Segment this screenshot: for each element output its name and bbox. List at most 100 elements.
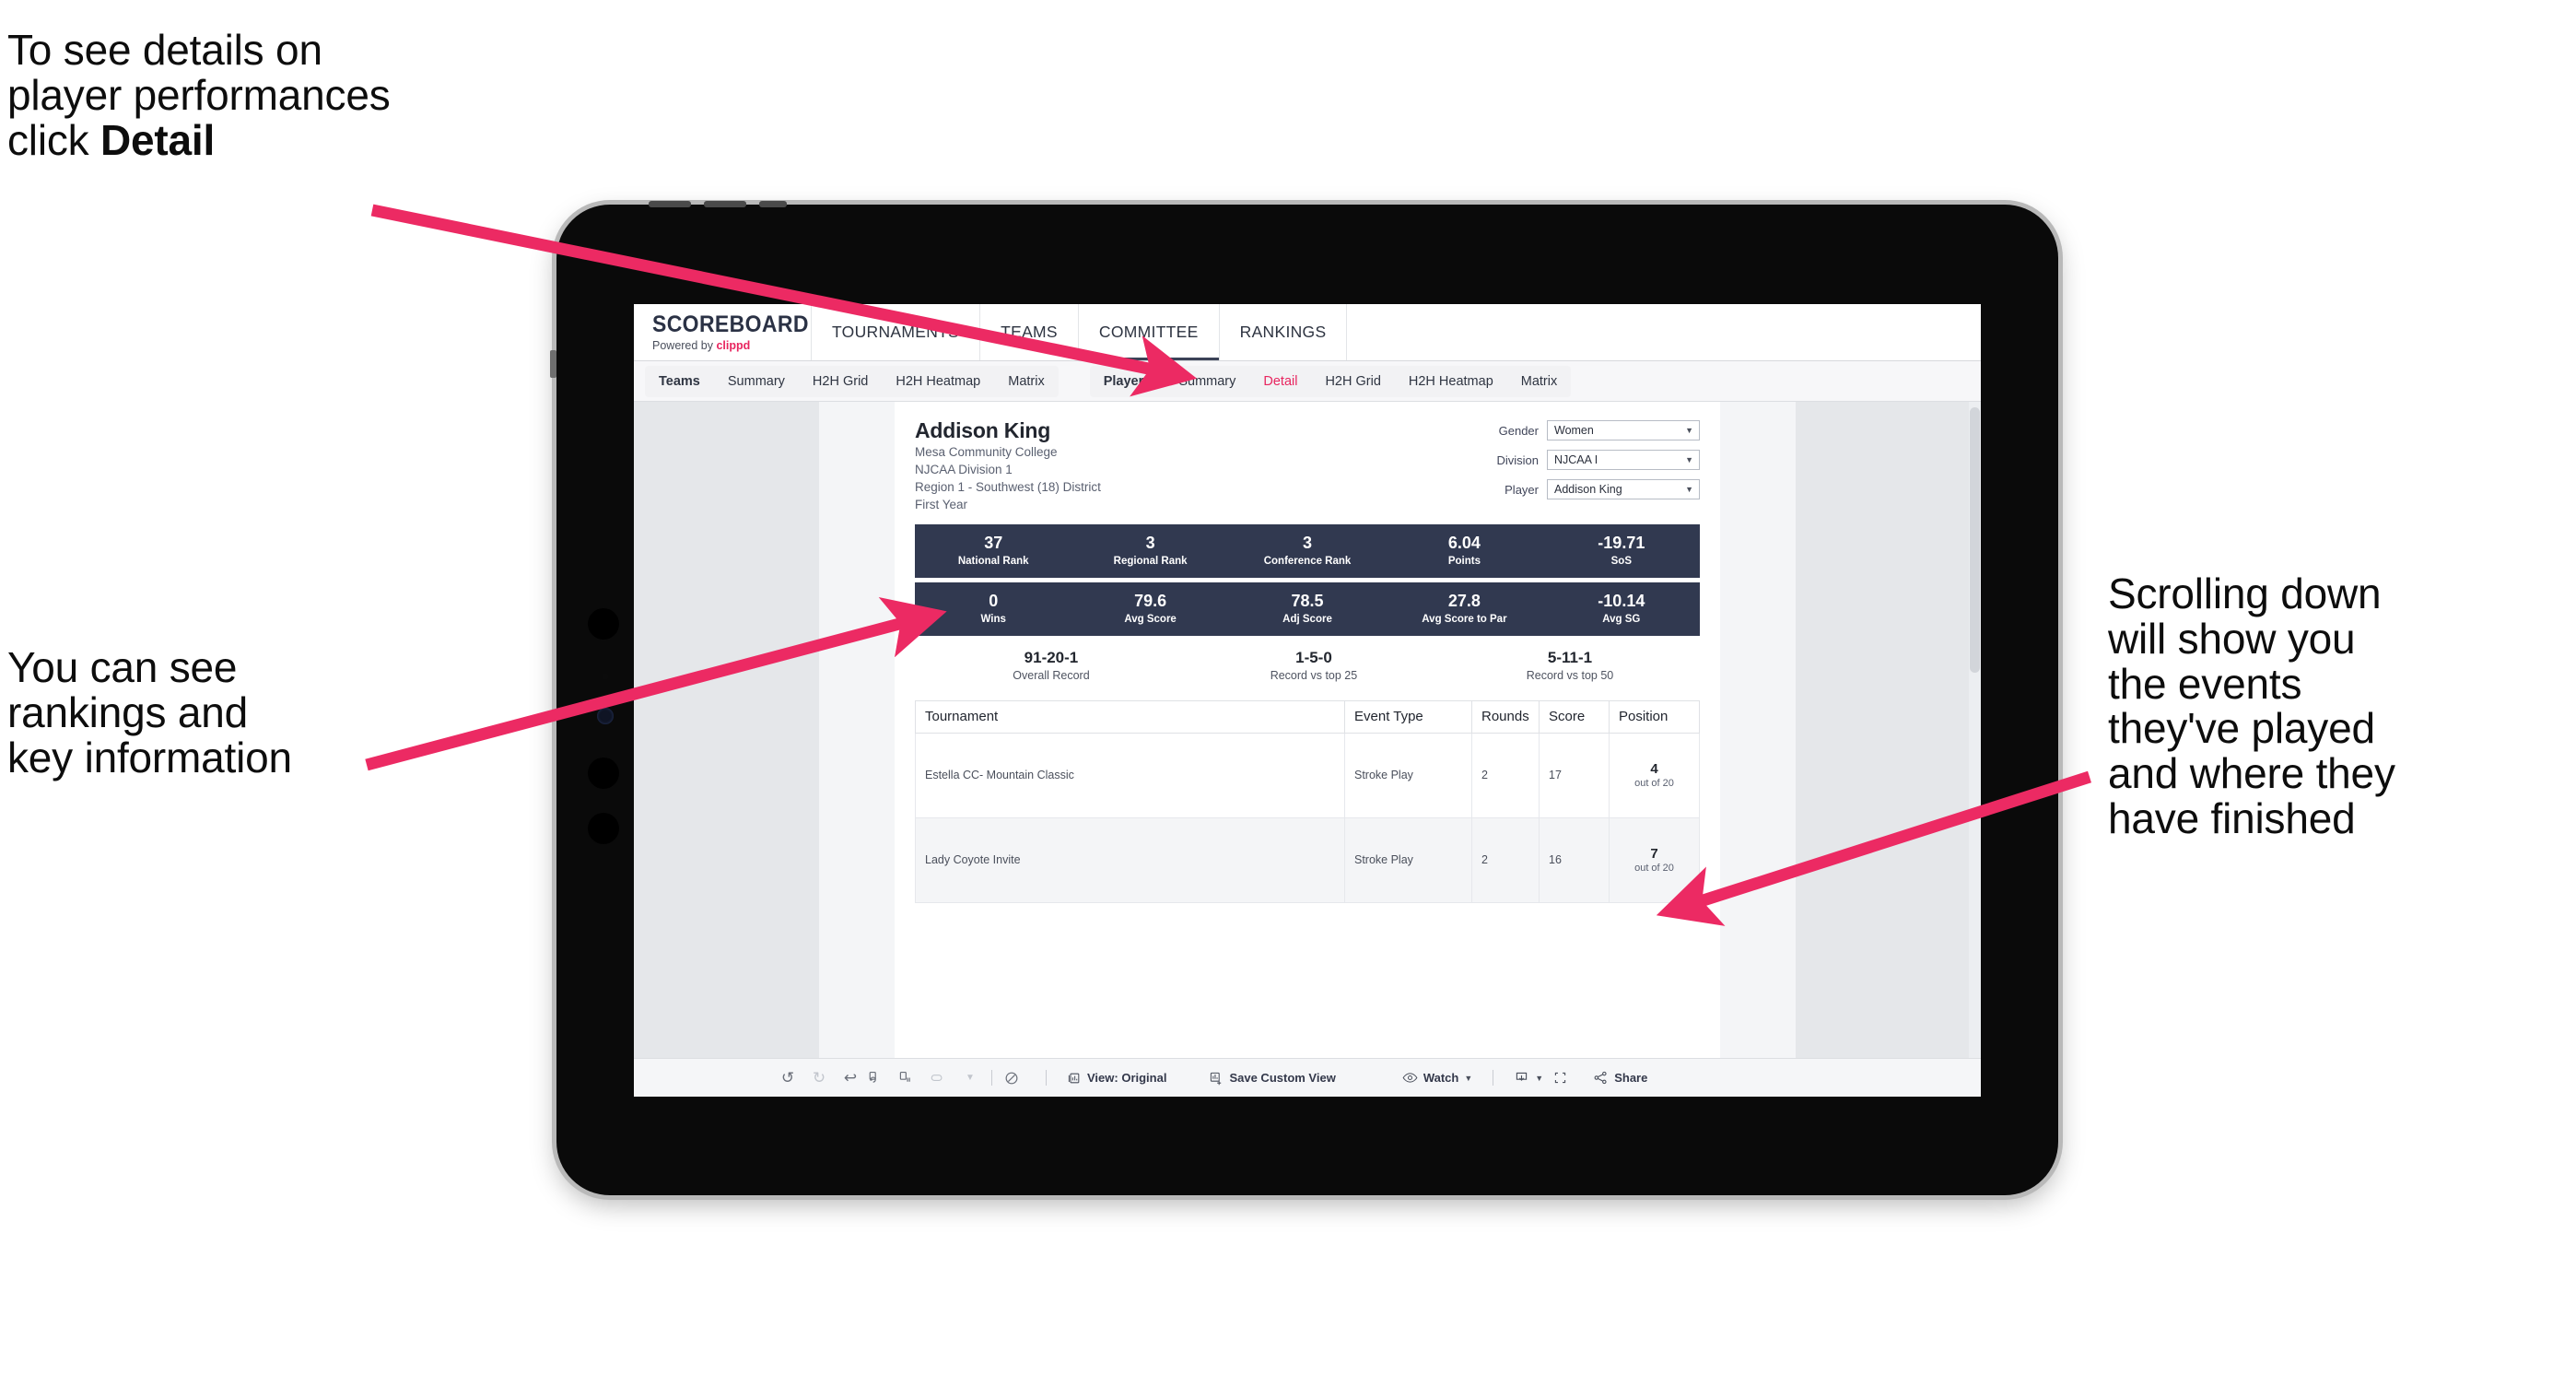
- share-button[interactable]: Share: [1584, 1070, 1657, 1086]
- stat-label: Avg Score to Par: [1422, 614, 1507, 626]
- save-custom-view-label: Save Custom View: [1229, 1071, 1336, 1085]
- chevron-down-icon[interactable]: ▼: [960, 1073, 980, 1083]
- topnav-item-tournaments[interactable]: TOURNAMENTS: [812, 304, 981, 360]
- vertical-scrollbar[interactable]: [1969, 402, 1981, 1058]
- table-row[interactable]: Estella CC- Mountain Classic Stroke Play…: [915, 732, 1700, 818]
- filter-player-select[interactable]: Addison King ▼: [1547, 479, 1700, 499]
- filter-division: Division NJCAA I ▼: [1458, 450, 1700, 470]
- col-event-type[interactable]: Event Type: [1344, 699, 1472, 734]
- tab-players-h2h-grid[interactable]: H2H Grid: [1311, 366, 1394, 397]
- chevron-down-icon: ▼: [1535, 1073, 1544, 1083]
- stat-value: -10.14: [1598, 592, 1645, 611]
- speaker-hole-icon: [588, 758, 619, 789]
- redo-icon[interactable]: ↻: [803, 1069, 835, 1087]
- record-value: 5-11-1: [1547, 648, 1593, 666]
- cell-score: 16: [1539, 816, 1610, 903]
- stat-label: Wins: [980, 614, 1006, 626]
- stat-avg-sg: -10.14 Avg SG: [1543, 592, 1700, 626]
- loop-icon[interactable]: [929, 1070, 960, 1086]
- stat-regional-rank: 3 Regional Rank: [1071, 534, 1228, 568]
- stat-value: -19.71: [1598, 534, 1645, 553]
- tab-teams-matrix[interactable]: Matrix: [994, 366, 1058, 397]
- tab-players-h2h-heatmap[interactable]: H2H Heatmap: [1395, 366, 1507, 397]
- view-original-label: View: Original: [1087, 1071, 1167, 1085]
- tab-teams[interactable]: Teams: [645, 366, 714, 397]
- revert-icon[interactable]: ↩: [835, 1069, 866, 1087]
- cell-position: 7 out of 20: [1609, 816, 1700, 903]
- tab-teams-summary[interactable]: Summary: [714, 366, 799, 397]
- stat-avg-score: 79.6 Avg Score: [1071, 593, 1228, 626]
- download-button[interactable]: ▼: [1505, 1070, 1552, 1086]
- bottom-toolbar: ↺ ↻ ↩ ▼ View: Original Save Custom View …: [634, 1058, 1981, 1097]
- camera-lens-small-icon: [597, 708, 614, 724]
- stat-adj-score: 78.5 Adj Score: [1229, 593, 1386, 626]
- position-subtext: out of 20: [1634, 778, 1674, 790]
- fullscreen-icon[interactable]: [1552, 1070, 1584, 1086]
- watch-button[interactable]: Watch ▼: [1393, 1071, 1481, 1085]
- record-label: Overall Record: [1013, 668, 1090, 682]
- alert-icon[interactable]: [1003, 1070, 1035, 1086]
- filter-division-select[interactable]: NJCAA I ▼: [1547, 450, 1700, 470]
- record-overall: 91-20-1 Overall Record: [917, 649, 1186, 682]
- toolbar-divider: [991, 1070, 992, 1086]
- stat-label: Regional Rank: [1113, 556, 1188, 568]
- stat-value: 3: [1303, 534, 1313, 553]
- stat-value: 37: [984, 534, 1003, 553]
- player-class-year: First Year: [915, 497, 968, 511]
- refresh-icon[interactable]: [866, 1070, 897, 1086]
- player-identity: Addison King Mesa Community College NJCA…: [915, 418, 1101, 513]
- tab-players[interactable]: Players: [1090, 366, 1165, 397]
- record-vs-top-25: 1-5-0 Record vs top 25: [1186, 649, 1442, 682]
- cell-tournament: Estella CC- Mountain Classic: [915, 732, 1345, 818]
- sensor-dot-icon: [602, 673, 609, 680]
- sub-navigation-tabs: Teams Summary H2H Grid H2H Heatmap Matri…: [634, 361, 1981, 405]
- topnav-label: RANKINGS: [1239, 323, 1327, 341]
- tabgroup-teams: Teams Summary H2H Grid H2H Heatmap Matri…: [645, 365, 1059, 397]
- topnav-item-rankings[interactable]: RANKINGS: [1220, 304, 1348, 360]
- player-division: NJCAA Division 1: [915, 462, 1013, 476]
- chevron-down-icon: ▼: [1685, 426, 1693, 435]
- device-button-top-2: [704, 201, 746, 207]
- position-number: 4: [1650, 761, 1658, 778]
- content-area: Addison King Mesa Community College NJCA…: [634, 402, 1981, 1058]
- tab-players-matrix[interactable]: Matrix: [1507, 366, 1571, 397]
- brand-logo[interactable]: SCOREBOARD Powered by clippd: [634, 304, 812, 360]
- topnav-item-teams[interactable]: TEAMS: [980, 304, 1079, 360]
- topnav-label: TEAMS: [1001, 323, 1058, 341]
- stat-label: SoS: [1610, 556, 1633, 568]
- page-title: Addison King: [915, 418, 1051, 442]
- tab-players-detail[interactable]: Detail: [1249, 366, 1311, 405]
- watch-label: Watch: [1423, 1071, 1459, 1085]
- record-label: Record vs top 50: [1526, 668, 1614, 682]
- col-position[interactable]: Position: [1609, 699, 1700, 734]
- filter-gender-select[interactable]: Women ▼: [1547, 420, 1700, 440]
- chevron-down-icon: ▼: [1685, 485, 1693, 494]
- pause-icon[interactable]: [897, 1070, 929, 1086]
- share-label: Share: [1614, 1071, 1648, 1085]
- view-original-button[interactable]: View: Original: [1058, 1071, 1176, 1086]
- cell-rounds: 2: [1471, 816, 1540, 903]
- stat-conference-rank: 3 Conference Rank: [1229, 534, 1386, 568]
- col-score[interactable]: Score: [1539, 699, 1610, 734]
- brand-title: SCOREBOARD: [652, 311, 809, 337]
- callout-detail-bold: Detail: [100, 115, 216, 164]
- save-custom-view-button[interactable]: Save Custom View: [1200, 1071, 1344, 1086]
- filter-player-value: Addison King: [1554, 483, 1622, 496]
- tab-teams-h2h-grid[interactable]: H2H Grid: [799, 366, 882, 397]
- filter-gender: Gender Women ▼: [1458, 420, 1700, 440]
- filter-division-label: Division: [1496, 452, 1539, 467]
- stat-label: Adj Score: [1282, 614, 1332, 626]
- scrollbar-thumb[interactable]: [1970, 407, 1980, 673]
- tablet-screen: SCOREBOARD Powered by clippd TOURNAMENTS…: [634, 304, 1981, 1097]
- topnav-item-committee[interactable]: COMMITTEE: [1078, 304, 1220, 360]
- table-row[interactable]: Lady Coyote Invite Stroke Play 2 16 7 ou…: [915, 816, 1700, 903]
- filter-gender-label: Gender: [1498, 423, 1539, 438]
- stat-label: Avg SG: [1602, 614, 1641, 626]
- col-tournament[interactable]: Tournament: [915, 699, 1345, 734]
- tab-players-summary[interactable]: Summary: [1165, 366, 1249, 397]
- tab-teams-h2h-heatmap[interactable]: H2H Heatmap: [882, 366, 994, 397]
- player-region: Region 1 - Southwest (18) District: [915, 479, 1101, 494]
- col-rounds[interactable]: Rounds: [1471, 699, 1540, 734]
- stat-label: Avg Score: [1124, 614, 1177, 626]
- undo-icon[interactable]: ↺: [772, 1069, 803, 1087]
